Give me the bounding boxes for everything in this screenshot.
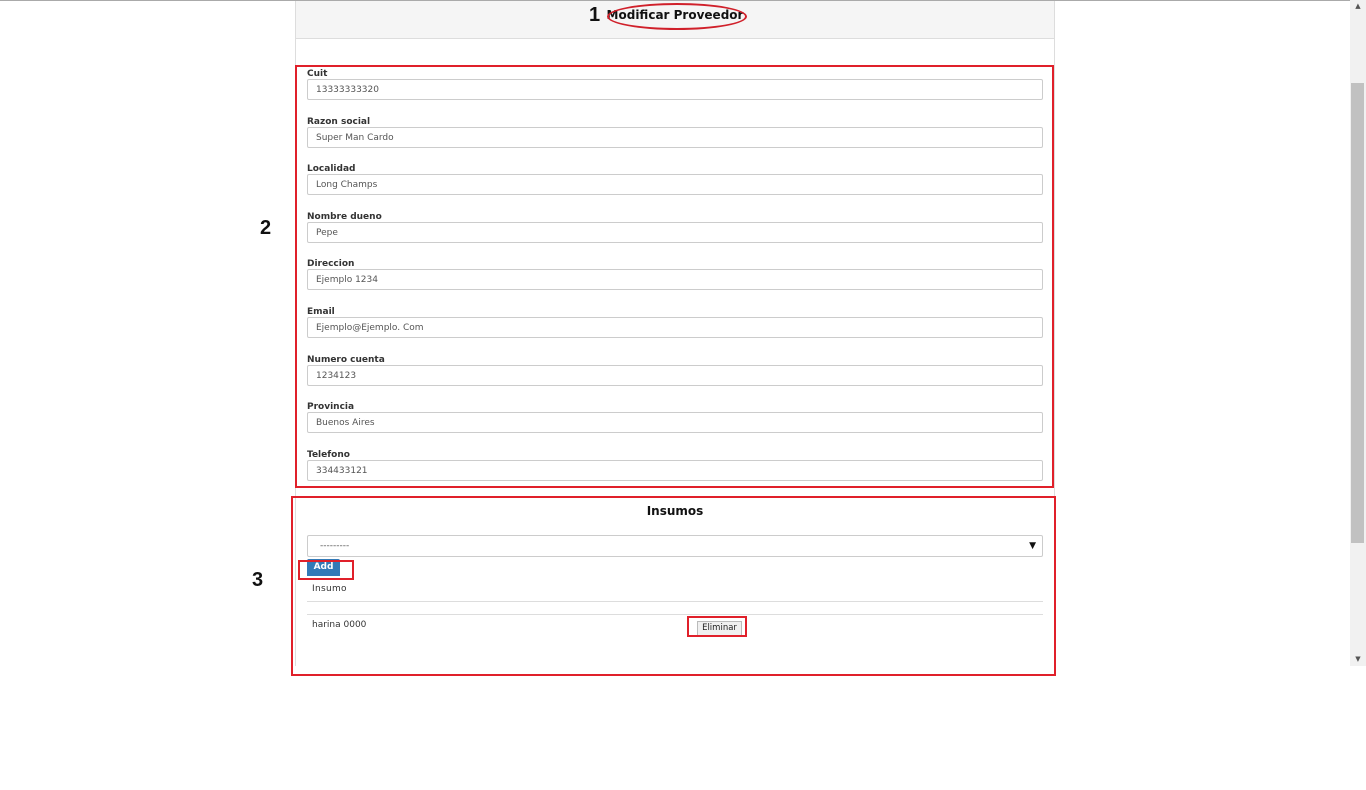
annotation-box-insumos	[291, 496, 1056, 676]
annotation-box-fields	[295, 65, 1054, 488]
scroll-up-icon[interactable]: ▲	[1350, 2, 1366, 10]
annotation-number-2: 2	[260, 217, 272, 239]
annotation-box-add	[298, 560, 354, 580]
scrollbar-thumb[interactable]	[1351, 83, 1364, 543]
scroll-down-icon[interactable]: ▼	[1350, 655, 1366, 663]
annotation-ellipse	[607, 3, 747, 30]
annotation-number-1: 1	[589, 4, 601, 26]
annotation-number-3: 3	[252, 569, 264, 591]
annotation-box-eliminar	[687, 616, 747, 637]
